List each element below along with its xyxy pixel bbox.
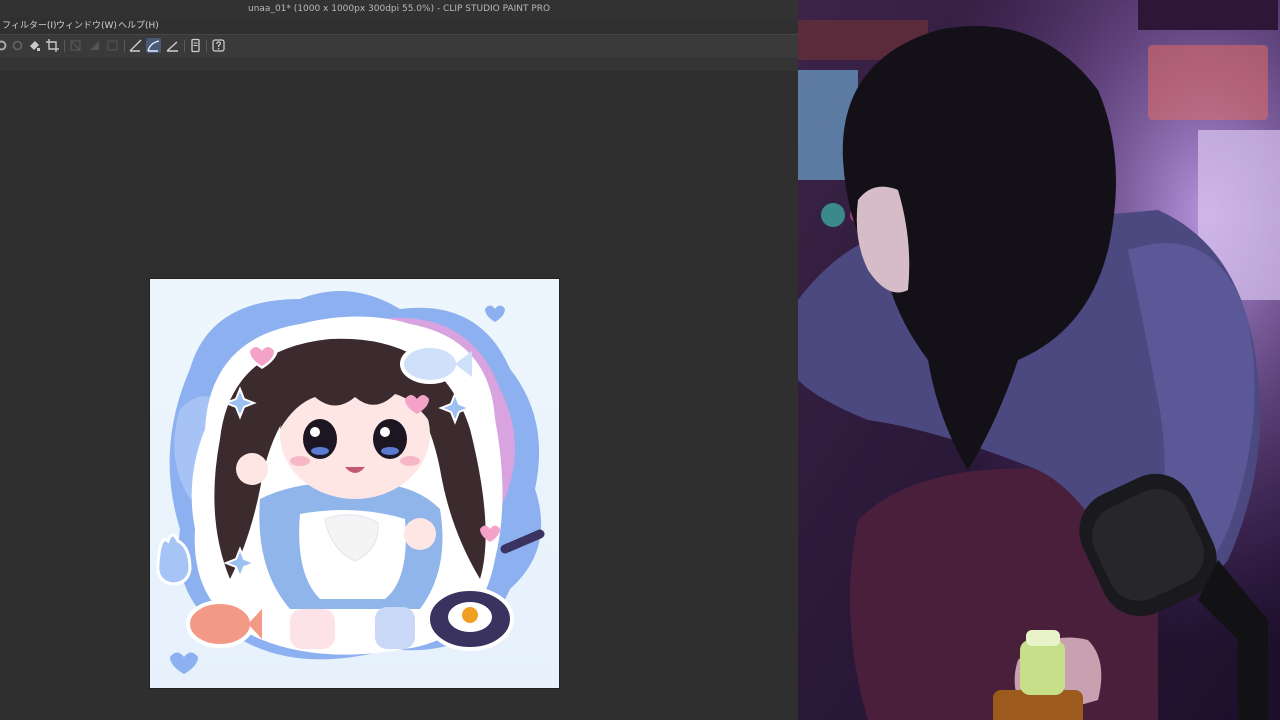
help-icon[interactable]: [211, 38, 226, 53]
disabled-1-icon[interactable]: [68, 38, 83, 53]
clip-studio-window: unaa_01* (1000 x 1000px 300dpi 55.0%) - …: [0, 0, 798, 720]
menu-help[interactable]: ヘルプ(H): [118, 18, 159, 34]
disabled-3-icon[interactable]: [105, 38, 120, 53]
device-icon[interactable]: [188, 38, 203, 53]
artwork-canvas[interactable]: [150, 279, 559, 688]
menu-window[interactable]: ウィンドウ(W): [56, 18, 117, 34]
empty-icon[interactable]: [10, 38, 25, 53]
window-title: unaa_01* (1000 x 1000px 300dpi 55.0%) - …: [248, 4, 551, 14]
webcam-feed: [798, 0, 1280, 720]
crop-icon[interactable]: [45, 38, 60, 53]
ruler-curve-icon[interactable]: [146, 38, 161, 53]
ruler-angle-icon[interactable]: [165, 38, 180, 53]
fill-icon[interactable]: [27, 38, 42, 53]
ruler-line-icon[interactable]: [128, 38, 143, 53]
title-bar: unaa_01* (1000 x 1000px 300dpi 55.0%) - …: [0, 0, 798, 18]
settings-icon[interactable]: [0, 38, 9, 53]
tool-property-bar: [0, 57, 798, 71]
menu-filter[interactable]: フィルター(I): [2, 18, 57, 34]
disabled-2-icon[interactable]: [87, 38, 102, 53]
command-bar: [0, 34, 798, 58]
menu-bar: フィルター(I) ウィンドウ(W) ヘルプ(H): [0, 18, 798, 34]
